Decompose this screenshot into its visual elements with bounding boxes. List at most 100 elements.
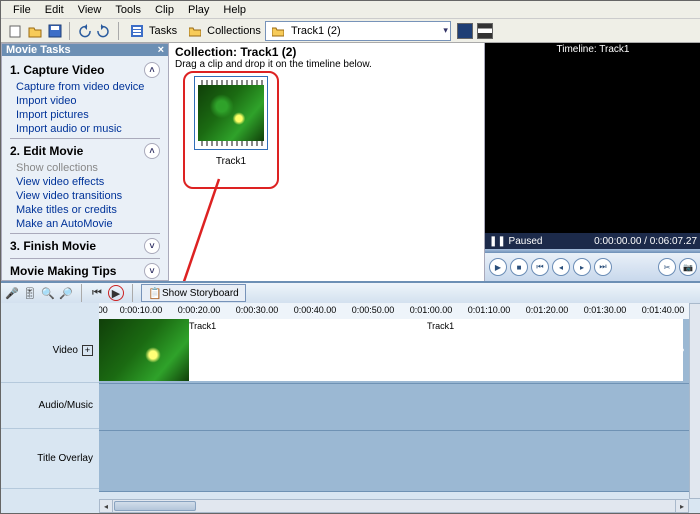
track-labels: Video+ Audio/Music Title Overlay: [1, 303, 99, 513]
task-video-effects[interactable]: View video effects: [10, 175, 160, 189]
vertical-scrollbar[interactable]: [689, 303, 700, 499]
chevron-up-icon: ˄: [144, 143, 160, 159]
expand-icon[interactable]: +: [82, 345, 93, 356]
menu-tools[interactable]: Tools: [109, 4, 147, 16]
collection-heading: Collection: Track1 (2): [175, 45, 478, 59]
task-import-video[interactable]: Import video: [10, 94, 160, 108]
collection-selected: Track1 (2): [288, 25, 443, 37]
chevron-down-icon: ▾: [443, 25, 448, 36]
playback-state: Paused: [509, 236, 543, 247]
toolbar: Tasks Collections Track1 (2) ▾: [1, 19, 700, 43]
tasks-header: Movie Tasks ×: [2, 44, 168, 56]
menu-help[interactable]: Help: [217, 4, 252, 16]
view-thumb-icon[interactable]: [457, 23, 473, 39]
clip-item[interactable]: Track1: [183, 71, 279, 189]
task-import-audio[interactable]: Import audio or music: [10, 122, 160, 136]
time-ruler[interactable]: 0:00 0:00:10.00 0:00:20.00 0:00:30.00 0:00:4…: [99, 303, 700, 320]
tips-header[interactable]: Movie Making Tips˅: [10, 261, 160, 281]
close-icon[interactable]: ×: [158, 44, 164, 56]
finish-header[interactable]: 3. Finish Movie˅: [10, 236, 160, 256]
title-track[interactable]: [99, 431, 700, 492]
task-video-transitions[interactable]: View video transitions: [10, 189, 160, 203]
split-button[interactable]: ✂: [658, 258, 676, 276]
preview-pane: Timeline: Track1 ❚❚ Paused 0:00:00.00 / …: [484, 43, 700, 281]
snapshot-button[interactable]: 📷: [679, 258, 697, 276]
ruler-tick: 0:01:00.00: [410, 305, 453, 315]
play-tl-icon[interactable]: ▶: [108, 285, 124, 301]
timeline-clip-label: Track1: [423, 319, 683, 333]
timeline-clip[interactable]: Track1: [423, 319, 683, 381]
tasks-pane: Movie Tasks × 1. Capture Video˄ Capture …: [1, 43, 169, 281]
play-button[interactable]: ▶: [489, 258, 507, 276]
save-icon[interactable]: [47, 23, 63, 39]
timeline-toolbar: 🎤 🎚 🔍 🔎 ⏮ ▶ 📋 Show Storyboard: [1, 283, 700, 303]
task-capture-device[interactable]: Capture from video device: [10, 80, 160, 94]
menu-play[interactable]: Play: [182, 4, 215, 16]
stop-button[interactable]: ■: [510, 258, 528, 276]
timeline-area: 🎤 🎚 🔍 🔎 ⏮ ▶ 📋 Show Storyboard Video+ Aud…: [1, 281, 700, 513]
collections-toggle[interactable]: Collections: [185, 23, 261, 39]
preview-screen[interactable]: [485, 57, 700, 233]
chevron-down-icon: ˅: [144, 263, 160, 279]
ruler-tick: 0:00:20.00: [178, 305, 221, 315]
rewind-tl-icon[interactable]: ⏮: [90, 286, 104, 300]
collections-icon: [187, 23, 203, 39]
scroll-left-icon[interactable]: ◂: [100, 500, 113, 512]
ruler-tick: 0:00:10.00: [120, 305, 163, 315]
capture-header[interactable]: 1. Capture Video˄: [10, 60, 160, 80]
separator: [69, 22, 70, 40]
horizontal-scrollbar[interactable]: ◂ ▸: [99, 499, 689, 513]
task-automovie[interactable]: Make an AutoMovie: [10, 217, 160, 231]
track-label-video: Video+: [1, 319, 99, 383]
zoom-out-icon[interactable]: 🔎: [59, 286, 73, 300]
ruler-tick: 0:00:40.00: [294, 305, 337, 315]
collection-dropdown[interactable]: Track1 (2) ▾: [265, 21, 451, 41]
zoom-in-icon[interactable]: 🔍: [41, 286, 55, 300]
storyboard-icon: 📋: [148, 286, 162, 300]
ruler-tick: 0:00:50.00: [352, 305, 395, 315]
tasks-title: Movie Tasks: [6, 44, 71, 56]
menu-file[interactable]: File: [7, 4, 37, 16]
preview-status: ❚❚ Paused 0:00:00.00 / 0:06:07.27: [485, 233, 700, 249]
fast-fwd-button[interactable]: ⏭: [594, 258, 612, 276]
redo-icon[interactable]: [96, 23, 112, 39]
chevron-up-icon: ˄: [144, 62, 160, 78]
tasks-label: Tasks: [149, 25, 177, 37]
ruler-tick: 0:01:30.00: [584, 305, 627, 315]
pause-glyph-icon: ❚❚: [489, 236, 506, 247]
menu-view[interactable]: View: [72, 4, 108, 16]
tasks-icon: [129, 23, 145, 39]
scrollbar-thumb[interactable]: [114, 501, 196, 511]
timeline-main[interactable]: 0:00 0:00:10.00 0:00:20.00 0:00:30.00 0:00:4…: [99, 303, 700, 513]
ruler-tick: 0:00:30.00: [236, 305, 279, 315]
task-titles-credits[interactable]: Make titles or credits: [10, 203, 160, 217]
separator: [118, 22, 119, 40]
scroll-right-icon[interactable]: ▸: [675, 500, 688, 512]
step-fwd-button[interactable]: ▸: [573, 258, 591, 276]
step-back-button[interactable]: ◂: [552, 258, 570, 276]
narrate-icon[interactable]: 🎤: [5, 286, 19, 300]
collection-drop-icon: [270, 23, 286, 39]
undo-icon[interactable]: [76, 23, 92, 39]
preview-title: Timeline: Track1: [485, 43, 700, 57]
edit-header[interactable]: 2. Edit Movie˄: [10, 141, 160, 161]
task-import-pictures[interactable]: Import pictures: [10, 108, 160, 122]
show-storyboard-button[interactable]: 📋 Show Storyboard: [141, 284, 246, 302]
new-project-icon[interactable]: [7, 23, 23, 39]
audio-levels-icon[interactable]: 🎚: [23, 286, 37, 300]
timeline-clip[interactable]: Track1: [99, 319, 423, 381]
ruler-tick: 0:00: [99, 305, 108, 315]
menu-edit[interactable]: Edit: [39, 4, 70, 16]
open-icon[interactable]: [27, 23, 43, 39]
video-track[interactable]: Track1 Track1 Track1Duration: 0:06:07.30: [99, 319, 700, 384]
view-detail-icon[interactable]: [477, 23, 493, 39]
audio-track[interactable]: [99, 384, 700, 431]
collection-subheading: Drag a clip and drop it on the timeline …: [175, 59, 478, 70]
menu-clip[interactable]: Clip: [149, 4, 180, 16]
collection-pane: Collection: Track1 (2) Drag a clip and d…: [169, 43, 484, 281]
rewind-button[interactable]: ⏮: [531, 258, 549, 276]
chevron-down-icon: ˅: [144, 238, 160, 254]
task-show-collections[interactable]: Show collections: [10, 161, 160, 175]
timeline-clip-thumb: [99, 319, 189, 381]
tasks-toggle[interactable]: Tasks: [127, 23, 177, 39]
